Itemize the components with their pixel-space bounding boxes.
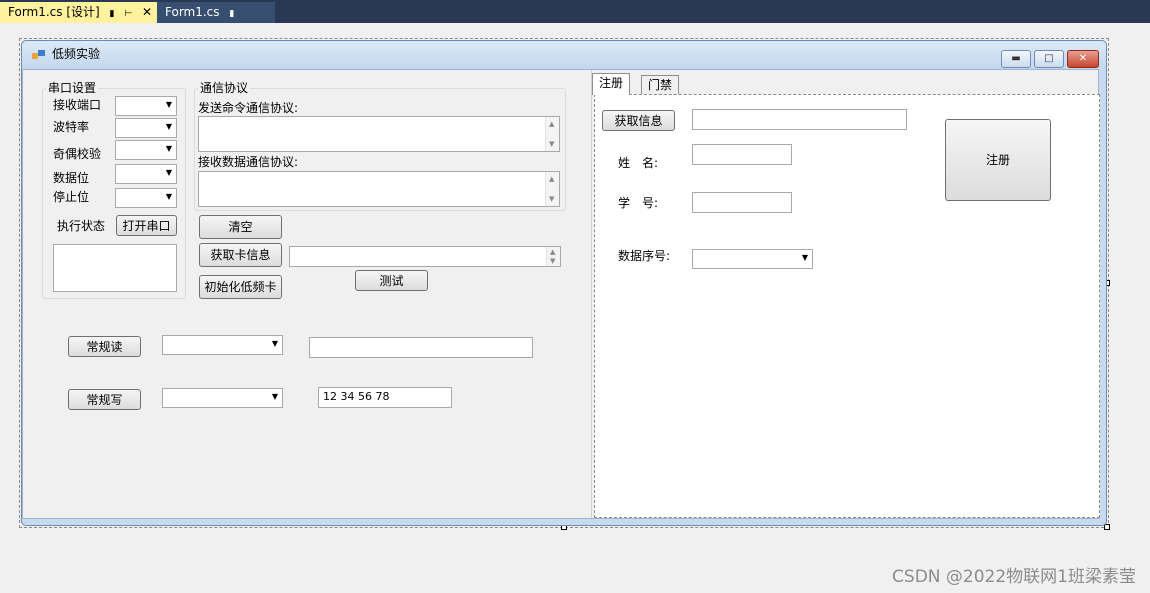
baud-combo[interactable]: ▼: [115, 118, 177, 138]
tab-form1-design[interactable]: Form1.cs [设计] ▮ ⊢ ✕: [0, 2, 157, 23]
parity-combo[interactable]: ▼: [115, 140, 177, 160]
open-port-button[interactable]: 打开串口: [116, 215, 177, 236]
read-result-textbox[interactable]: [309, 337, 533, 358]
watermark: CSDN @2022物联网1班梁素莹: [892, 567, 1136, 587]
get-card-info-button[interactable]: 获取卡信息: [199, 243, 282, 267]
chevron-down-icon: ▼: [271, 339, 278, 348]
baud-label: 波特率: [53, 120, 90, 134]
init-card-button[interactable]: 初始化低频卡: [199, 275, 282, 299]
tab-form1-design-label: Form1.cs [设计]: [8, 5, 100, 19]
pin-icon[interactable]: ▮: [229, 9, 234, 19]
form-titlebar[interactable]: 低频实验 ▬ □ ✕: [22, 41, 1106, 69]
write-button[interactable]: 常规写: [68, 389, 141, 410]
scrollbar[interactable]: ▲ ▼: [545, 172, 559, 206]
student-id-textbox[interactable]: [692, 192, 792, 213]
databits-combo[interactable]: ▼: [115, 164, 177, 184]
close-icon[interactable]: ✕: [142, 5, 152, 19]
scrollbar[interactable]: ▲ ▼: [545, 117, 559, 151]
student-id-label: 学 号:: [618, 196, 659, 210]
port-label: 接收端口: [53, 98, 102, 112]
tab-form1-code[interactable]: Form1.cs ▮: [157, 2, 275, 23]
unpin-icon[interactable]: ⊢: [124, 9, 132, 19]
chevron-down-icon: ▼: [271, 392, 278, 401]
chevron-down-icon: ▼: [165, 100, 172, 109]
chevron-down-icon: ▼: [165, 144, 172, 153]
scroll-down-icon[interactable]: ▼: [550, 257, 555, 265]
read-button[interactable]: 常规读: [68, 336, 141, 357]
app-icon: [32, 50, 45, 59]
tab-register[interactable]: 注册: [592, 73, 631, 95]
register-button[interactable]: 注册: [945, 119, 1051, 201]
scrollbar[interactable]: ▲ ▼: [546, 247, 560, 266]
scroll-down-icon[interactable]: ▼: [549, 140, 554, 148]
recv-protocol-label: 接收数据通信协议:: [198, 155, 299, 169]
data-seq-label: 数据序号:: [618, 249, 671, 263]
protocol-title: 通信协议: [198, 81, 251, 95]
scroll-up-icon[interactable]: ▲: [549, 120, 554, 128]
port-combo[interactable]: ▼: [115, 96, 177, 116]
parity-label: 奇偶校验: [53, 147, 102, 161]
send-protocol-label: 发送命令通信协议:: [198, 101, 299, 115]
write-data-textbox[interactable]: 12 34 56 78: [318, 387, 452, 408]
tab-access-control[interactable]: 门禁: [641, 75, 680, 95]
read-block-combo[interactable]: ▼: [162, 335, 283, 355]
form-title: 低频实验: [52, 47, 101, 61]
info-textbox[interactable]: [692, 109, 907, 130]
stopbits-combo[interactable]: ▼: [115, 188, 177, 208]
scroll-down-icon[interactable]: ▼: [549, 195, 554, 203]
recv-protocol-textbox[interactable]: ▲ ▼: [198, 171, 560, 207]
pin-icon[interactable]: ▮: [110, 9, 115, 19]
databits-label: 数据位: [53, 171, 90, 185]
write-block-combo[interactable]: ▼: [162, 388, 283, 408]
chevron-down-icon: ▼: [801, 253, 808, 262]
clear-button[interactable]: 清空: [199, 215, 282, 239]
name-textbox[interactable]: [692, 144, 792, 165]
serial-settings-title: 串口设置: [46, 81, 99, 95]
name-label: 姓 名:: [618, 156, 659, 170]
send-protocol-textbox[interactable]: ▲ ▼: [198, 116, 560, 152]
get-info-button[interactable]: 获取信息: [602, 110, 675, 131]
test-button[interactable]: 测试: [355, 270, 428, 291]
status-output[interactable]: [53, 244, 177, 292]
tab-form1-code-label: Form1.cs: [165, 5, 220, 19]
scroll-up-icon[interactable]: ▲: [549, 175, 554, 183]
maximize-button[interactable]: □: [1034, 50, 1064, 68]
panel-divider: [591, 70, 592, 518]
chevron-down-icon: ▼: [165, 168, 172, 177]
document-tabstrip: Form1.cs [设计] ▮ ⊢ ✕ Form1.cs ▮: [0, 0, 1150, 23]
window-close-button[interactable]: ✕: [1067, 50, 1099, 68]
card-info-textbox[interactable]: ▲ ▼: [289, 246, 561, 267]
stopbits-label: 停止位: [53, 190, 90, 204]
scroll-up-icon[interactable]: ▲: [550, 248, 555, 256]
chevron-down-icon: ▼: [165, 192, 172, 201]
data-seq-combo[interactable]: ▼: [692, 249, 813, 269]
minimize-button[interactable]: ▬: [1001, 50, 1031, 68]
status-label: 执行状态: [57, 219, 106, 233]
chevron-down-icon: ▼: [165, 122, 172, 131]
